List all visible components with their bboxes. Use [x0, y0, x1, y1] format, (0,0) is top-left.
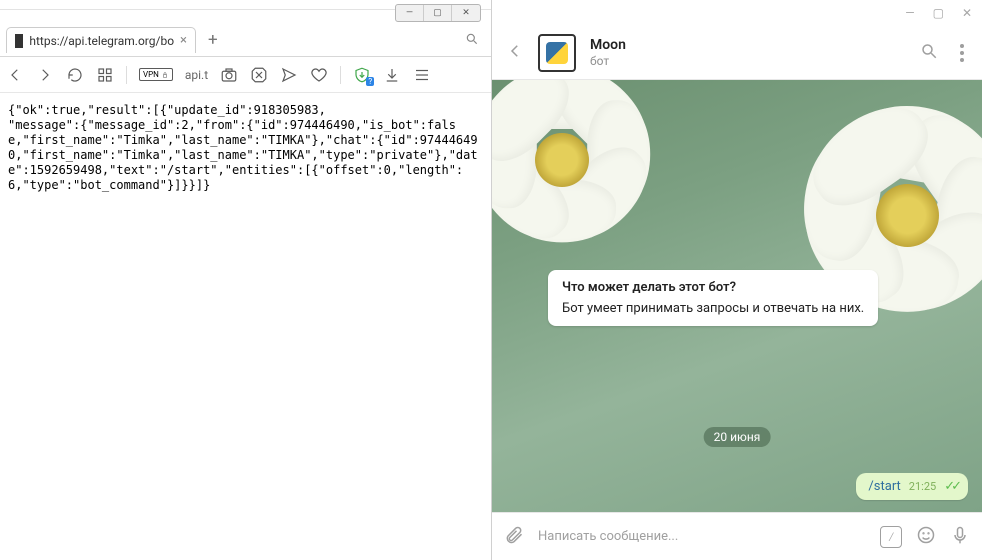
- back-button[interactable]: [506, 42, 524, 64]
- window-minimize-button[interactable]: —: [396, 5, 424, 21]
- outgoing-message[interactable]: /start 21:25 ✓✓: [856, 473, 968, 500]
- toolbar-separator: [340, 66, 341, 84]
- shield-badge-text: ?: [366, 77, 374, 86]
- telegram-window-controls: — ▢ ✕: [492, 0, 982, 26]
- tg-window-close[interactable]: ✕: [962, 6, 972, 20]
- chat-name: Moon: [590, 37, 626, 54]
- send-icon[interactable]: [280, 66, 298, 84]
- message-input[interactable]: [538, 529, 866, 544]
- bg-flower-decoration: [492, 80, 652, 250]
- python-logo-icon: [546, 42, 568, 64]
- nav-back-button[interactable]: [6, 66, 24, 84]
- extensions-grid-icon[interactable]: [96, 66, 114, 84]
- browser-page-body[interactable]: {"ok":true,"result":[{"update_id":918305…: [0, 93, 491, 560]
- chat-header: Moon бот: [492, 26, 982, 80]
- telegram-window: — ▢ ✕ Moon бот: [492, 0, 982, 560]
- tab-close-button[interactable]: ×: [180, 33, 187, 48]
- adblock-icon[interactable]: [250, 66, 268, 84]
- info-card-question: Что может делать этот бот?: [562, 280, 864, 295]
- new-tab-button[interactable]: +: [202, 30, 224, 50]
- tab-search-icon[interactable]: [465, 31, 479, 50]
- tab-title: https://api.telegram.org/bo: [29, 34, 174, 48]
- read-checks-icon: ✓✓: [944, 479, 958, 494]
- downloads-shield-icon[interactable]: ?: [353, 66, 371, 84]
- chat-more-button[interactable]: [956, 44, 968, 62]
- browser-tabbar: https://api.telegram.org/bo × +: [0, 24, 491, 57]
- emoji-button[interactable]: [916, 525, 936, 549]
- reload-button[interactable]: [66, 66, 84, 84]
- chat-subtitle: бот: [590, 54, 626, 68]
- message-input-bar: /: [492, 512, 982, 560]
- heart-icon[interactable]: [310, 66, 328, 84]
- window-maximize-button[interactable]: ▢: [424, 5, 452, 21]
- toolbar-separator: [126, 66, 127, 84]
- bot-commands-button[interactable]: /: [880, 526, 902, 548]
- tg-window-maximize[interactable]: ▢: [933, 6, 944, 20]
- message-time: 21:25: [909, 480, 936, 493]
- browser-window-controls: — ▢ ✕: [395, 4, 481, 22]
- chat-title-block[interactable]: Moon бот: [590, 37, 626, 68]
- vpn-badge[interactable]: VPN: [139, 68, 173, 81]
- address-fragment[interactable]: api.t: [185, 68, 208, 82]
- chat-search-button[interactable]: [920, 42, 938, 64]
- bot-info-card: Что может делать этот бот? Бот умеет при…: [548, 270, 878, 326]
- nav-forward-button[interactable]: [36, 66, 54, 84]
- tg-window-minimize[interactable]: —: [905, 6, 914, 20]
- voice-record-button[interactable]: [950, 525, 970, 549]
- camera-icon[interactable]: [220, 66, 238, 84]
- sidebar-toggle-icon[interactable]: [413, 66, 431, 84]
- window-close-button[interactable]: ✕: [452, 5, 480, 21]
- tab-favicon: [15, 34, 23, 48]
- browser-tab-active[interactable]: https://api.telegram.org/bo ×: [6, 27, 196, 53]
- bot-avatar[interactable]: [538, 34, 576, 72]
- attach-button[interactable]: [504, 525, 524, 549]
- browser-window: — ▢ ✕ https://api.telegram.org/bo × + VP…: [0, 0, 492, 560]
- info-card-answer: Бот умеет принимать запросы и отвечать н…: [562, 301, 864, 316]
- browser-toolbar: VPN api.t ?: [0, 57, 491, 93]
- download-icon[interactable]: [383, 66, 401, 84]
- browser-titlebar: — ▢ ✕: [0, 0, 491, 10]
- date-separator-chip: 20 июня: [704, 427, 771, 447]
- message-text: /start: [868, 479, 900, 494]
- chat-body[interactable]: Что может делать этот бот? Бот умеет при…: [492, 80, 982, 512]
